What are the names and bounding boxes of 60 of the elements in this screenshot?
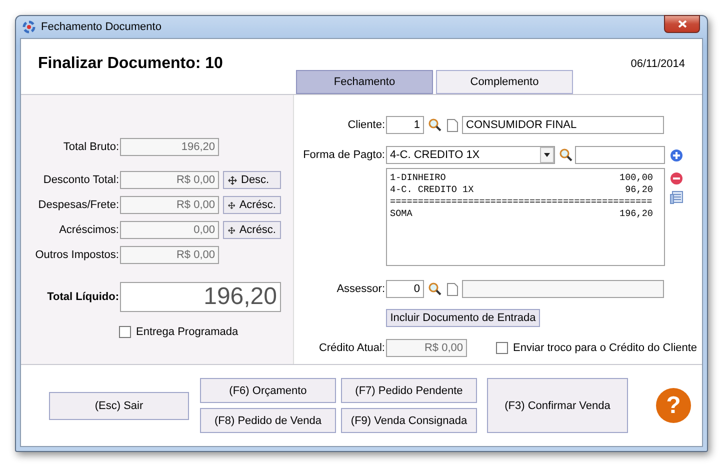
close-button[interactable] bbox=[664, 15, 700, 33]
list-icon[interactable] bbox=[670, 191, 683, 204]
value-field: R$ 0,00 bbox=[120, 246, 219, 264]
field-label: Desconto Total: bbox=[42, 174, 120, 186]
app-icon bbox=[22, 20, 36, 34]
field-label: Total Bruto: bbox=[62, 141, 120, 153]
payment-text: SOMA bbox=[390, 208, 412, 220]
action-button[interactable]: (F6) Orçamento bbox=[200, 378, 336, 403]
field-label: Crédito Atual: bbox=[318, 342, 386, 354]
amount-field[interactable] bbox=[575, 146, 665, 164]
action-button[interactable]: (F7) Pedido Pendente bbox=[341, 378, 477, 403]
cross-arrows-icon bbox=[228, 226, 236, 234]
include-button[interactable]: Incluir Documento de Entrada bbox=[386, 309, 540, 327]
client-name-field[interactable]: CONSUMIDOR FINAL bbox=[462, 116, 664, 134]
total-field: 196,20 bbox=[120, 282, 281, 312]
payment-text: 1-DINHEIRO bbox=[390, 172, 446, 184]
checkbox[interactable] bbox=[496, 342, 508, 354]
action-button[interactable]: (F9) Venda Consignada bbox=[341, 408, 477, 433]
separator-line: =============================================== bbox=[390, 196, 652, 208]
add-icon[interactable] bbox=[670, 148, 683, 162]
document-title: Finalizar Documento: 10 bbox=[38, 55, 223, 73]
field-label: Total Líquido: bbox=[46, 291, 120, 303]
cross-arrows-icon bbox=[228, 176, 237, 184]
code-field[interactable]: 0 bbox=[386, 280, 424, 298]
value-field: 0,00 bbox=[120, 221, 219, 239]
payment-amount: 96,20 bbox=[625, 184, 653, 196]
document-icon[interactable] bbox=[447, 118, 458, 132]
remove-icon[interactable] bbox=[670, 172, 683, 185]
code-field[interactable]: 1 bbox=[386, 116, 424, 134]
payment-select[interactable]: 4-C. CREDITO 1X bbox=[386, 146, 555, 164]
payment-text: 4-C. CREDITO 1X bbox=[390, 184, 474, 196]
value-field: 196,20 bbox=[120, 138, 219, 156]
exit-button[interactable]: (Esc) Sair bbox=[49, 392, 189, 420]
field-label: Forma de Pagto: bbox=[302, 149, 386, 161]
field-label: Cliente: bbox=[346, 119, 386, 131]
search-icon[interactable] bbox=[559, 148, 573, 162]
checkbox-label: Enviar troco para o Crédito do Cliente bbox=[513, 342, 698, 354]
confirm-button[interactable]: (F3) Confirmar Venda bbox=[487, 378, 628, 433]
field-label: Despesas/Frete: bbox=[37, 199, 120, 211]
field-label: Acréscimos: bbox=[58, 224, 120, 236]
search-icon[interactable] bbox=[428, 118, 442, 132]
search-icon[interactable] bbox=[428, 282, 442, 296]
payment-amount: 196,20 bbox=[620, 208, 653, 220]
date-text: 06/11/2014 bbox=[630, 58, 685, 70]
dropdown-icon bbox=[540, 147, 554, 163]
window-title: Fechamento Documento bbox=[41, 21, 162, 33]
field-label: Assessor: bbox=[336, 283, 386, 295]
action-button[interactable]: (F8) Pedido de Venda bbox=[200, 408, 336, 433]
payment-amount: 100,00 bbox=[620, 172, 653, 184]
cross-arrows-icon bbox=[228, 200, 236, 210]
tab[interactable]: Fechamento bbox=[296, 70, 433, 94]
value-field: R$ 0,00 bbox=[120, 196, 219, 214]
checkbox[interactable] bbox=[119, 326, 131, 338]
field-label: Outros Impostos: bbox=[34, 249, 120, 261]
close-icon bbox=[678, 20, 686, 28]
document-icon[interactable] bbox=[447, 282, 458, 296]
tab[interactable]: Complemento bbox=[436, 70, 573, 94]
checkbox-label: Entrega Programada bbox=[136, 326, 238, 338]
credit-field: R$ 0,00 bbox=[386, 339, 467, 357]
value-field: R$ 0,00 bbox=[120, 171, 219, 189]
